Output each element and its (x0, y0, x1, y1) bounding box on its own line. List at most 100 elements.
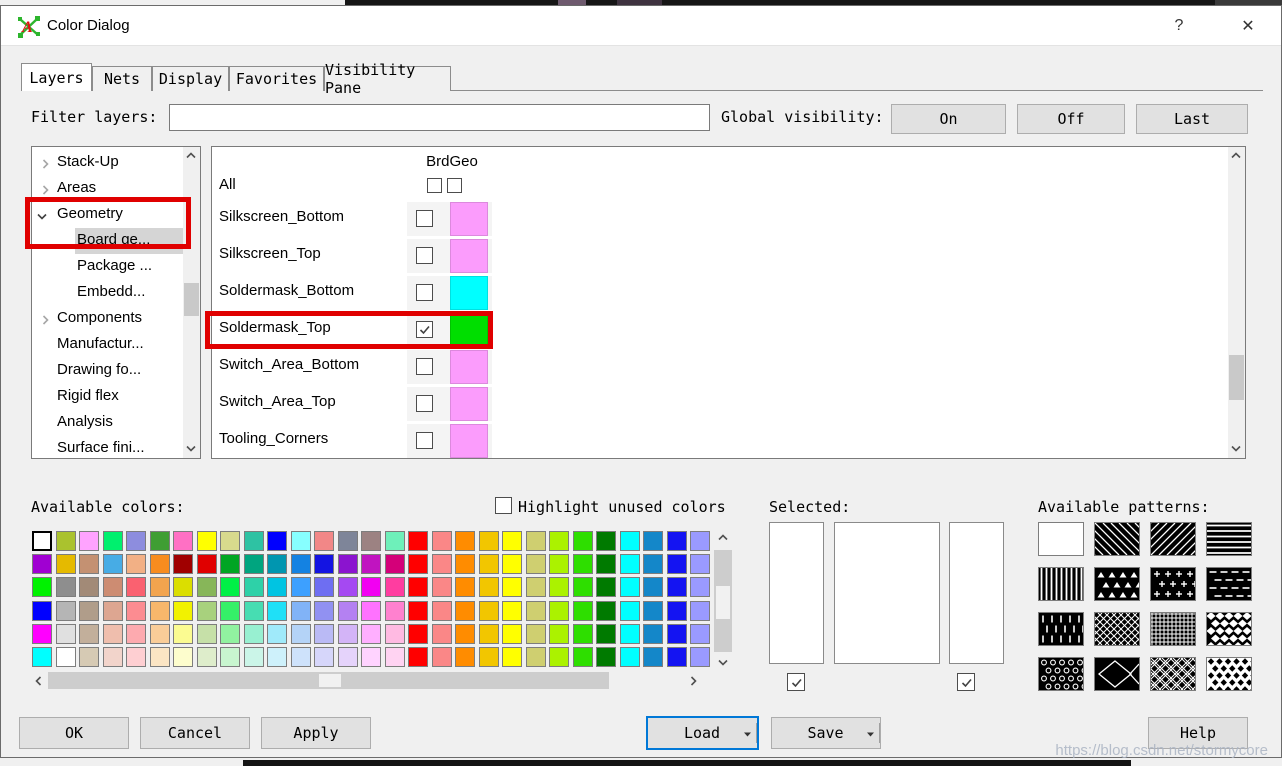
palette-color[interactable] (173, 647, 193, 667)
pattern-swatch-horizontal-lines[interactable] (1206, 522, 1252, 556)
palette-color[interactable] (32, 600, 52, 621)
palette-color[interactable] (455, 531, 475, 551)
palette-color[interactable] (572, 531, 593, 551)
palette-color[interactable] (619, 647, 640, 667)
highlight-unused-colors-checkbox[interactable] (495, 497, 512, 514)
palette-color[interactable] (220, 554, 240, 575)
palette-color[interactable] (173, 600, 193, 621)
palette-color[interactable] (549, 647, 569, 667)
palette-color[interactable] (126, 623, 146, 644)
tree-item-manufactur[interactable]: Manufactur... (32, 332, 183, 358)
title-bar[interactable]: A Color Dialog ? ✕ (1, 6, 1281, 46)
palette-color[interactable] (384, 531, 405, 551)
palette-color[interactable] (502, 600, 522, 621)
palette-color[interactable] (619, 554, 640, 575)
palette-color[interactable] (690, 600, 710, 621)
palette-color[interactable] (361, 554, 381, 575)
palette-color[interactable] (455, 554, 475, 575)
palette-color[interactable] (337, 600, 358, 621)
palette-color[interactable] (196, 577, 217, 598)
global-visibility-last-button[interactable]: Last (1136, 104, 1248, 134)
pattern-swatch-double-crosshatch[interactable] (1114, 657, 1261, 691)
palette-color[interactable] (55, 600, 76, 621)
palette-color[interactable] (267, 623, 287, 644)
palette-color[interactable] (55, 623, 76, 644)
palette-color[interactable] (431, 577, 452, 598)
palette-color[interactable] (666, 623, 687, 644)
palette-color[interactable] (55, 647, 76, 667)
apply-button[interactable]: Apply (261, 717, 371, 749)
pattern-swatch-diagonal-lines-forward[interactable] (1118, 522, 1224, 556)
palette-color[interactable] (102, 647, 123, 667)
tree-item-package[interactable]: Package ... (32, 254, 183, 280)
palette-color[interactable] (361, 600, 381, 621)
layer-color-swatch[interactable] (450, 424, 488, 458)
palette-color[interactable] (32, 577, 52, 598)
palette-color[interactable] (384, 623, 405, 644)
palette-color[interactable] (149, 647, 170, 667)
palette-color[interactable] (196, 623, 217, 644)
palette-color[interactable] (314, 647, 334, 667)
palette-color[interactable] (149, 577, 170, 598)
palette-color[interactable] (502, 623, 522, 644)
layer-color-swatch[interactable] (450, 313, 488, 347)
palette-color[interactable] (314, 600, 334, 621)
palette-color[interactable] (337, 554, 358, 575)
palette-color[interactable] (666, 577, 687, 598)
pattern-swatch-black-diamonds-on-white[interactable] (1206, 657, 1261, 693)
palette-color[interactable] (408, 623, 428, 644)
palette-color[interactable] (455, 600, 475, 621)
palette-color[interactable] (478, 647, 499, 667)
save-split-button[interactable]: Save (771, 717, 881, 749)
pattern-swatch-triangles[interactable] (1094, 567, 1143, 601)
palette-color[interactable] (525, 577, 546, 598)
tree-item-geometry[interactable]: Geometry (32, 202, 183, 228)
table-scrollbar[interactable] (1228, 147, 1245, 458)
palette-color[interactable] (384, 577, 405, 598)
palette-color[interactable] (525, 623, 546, 644)
palette-color[interactable] (126, 600, 146, 621)
palette-color[interactable] (149, 531, 170, 551)
palette-color[interactable] (690, 647, 710, 667)
palette-color[interactable] (337, 623, 358, 644)
palette-color[interactable] (196, 531, 217, 551)
palette-color[interactable] (384, 554, 405, 575)
save-button-label[interactable]: Save (772, 724, 879, 742)
palette-color[interactable] (337, 577, 358, 598)
layer-color-swatch[interactable] (450, 387, 488, 421)
palette-color[interactable] (643, 623, 663, 644)
palette-color[interactable] (173, 577, 193, 598)
palette-color[interactable] (220, 577, 240, 598)
palette-color[interactable] (267, 600, 287, 621)
pattern-swatch-horizontal-dashes[interactable] (1206, 567, 1255, 601)
palette-color[interactable] (243, 647, 264, 667)
layer-row[interactable]: Tooling_Corners (212, 424, 1222, 458)
palette-color[interactable] (361, 531, 381, 551)
palette-color[interactable] (596, 623, 616, 644)
layer-visibility-checkbox[interactable] (416, 284, 433, 301)
tab-nets[interactable]: Nets (92, 66, 152, 91)
palette-color[interactable] (149, 623, 170, 644)
tab-layers[interactable]: Layers (21, 63, 92, 91)
palette-color[interactable] (314, 554, 334, 575)
palette-color[interactable] (666, 554, 687, 575)
palette-color[interactable] (572, 554, 593, 575)
scroll-down-icon[interactable] (185, 442, 197, 454)
tab-display[interactable]: Display (152, 66, 229, 91)
tree-item-surface-fini[interactable]: Surface fini... (32, 436, 183, 458)
tree-item-analysis[interactable]: Analysis (32, 410, 183, 436)
palette-color[interactable] (79, 577, 99, 598)
scroll-up-icon[interactable] (185, 150, 197, 162)
palette-color[interactable] (431, 531, 452, 551)
palette-color[interactable] (102, 531, 123, 551)
palette-color[interactable] (290, 577, 311, 598)
palette-color[interactable] (502, 577, 522, 598)
palette-color[interactable] (220, 623, 240, 644)
layer-visibility-checkbox[interactable] (416, 395, 433, 412)
tree-item-rigid-flex[interactable]: Rigid flex (32, 384, 183, 410)
palette-color[interactable] (596, 531, 616, 551)
palette-color[interactable] (243, 531, 264, 551)
palette-color[interactable] (32, 531, 52, 551)
palette-color[interactable] (196, 647, 217, 667)
palette-color[interactable] (243, 623, 264, 644)
